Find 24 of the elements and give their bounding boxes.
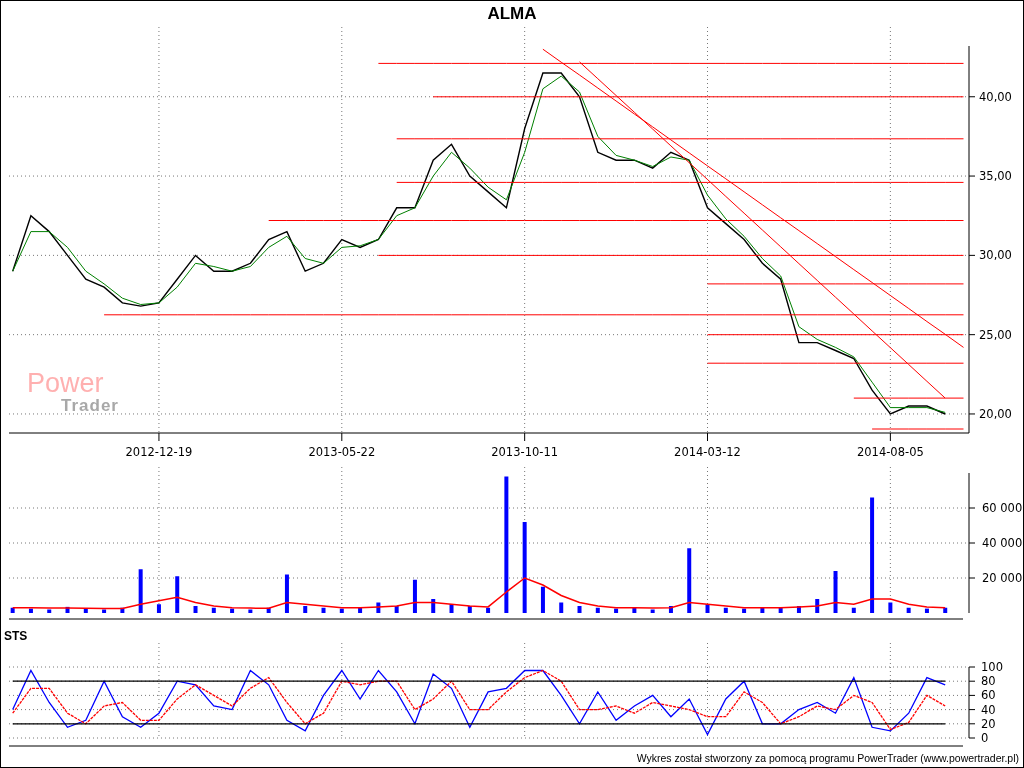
axis-label: 40,00 (979, 89, 1012, 104)
axis-label: 60 000 (982, 501, 1023, 515)
axis-label: 40 (981, 702, 996, 717)
axis-label: 20,00 (979, 406, 1012, 421)
axis-label: 2014-08-05 (856, 445, 924, 459)
logo-text: Trader (61, 397, 119, 415)
axis-label: 2014-03-12 (674, 445, 741, 459)
logo-text: Power (27, 369, 105, 397)
axis-label: 80 (981, 674, 996, 689)
axis-label: 25,00 (979, 327, 1012, 342)
axis-label: 60 (981, 688, 996, 703)
axis-label: 20 (981, 716, 996, 731)
chart-title: ALMA (487, 4, 537, 24)
axis-label: 2013-05-22 (308, 445, 376, 459)
axis-label: 2013-10-11 (491, 445, 559, 459)
footer-text: Wykres został stworzony za pomocą programu PowerTrader (www.powertrader.pl) (636, 752, 1019, 764)
axis-label: 35,00 (979, 169, 1012, 184)
axis-label: 40 000 (982, 536, 1023, 550)
axis-label: 100 (981, 660, 1003, 674)
axis-label: 2012-12-19 (125, 445, 193, 459)
axis-label: 30,00 (979, 248, 1012, 263)
indicator-label: STS (4, 629, 28, 643)
axis-label: 0 (981, 731, 989, 745)
axis-label: 20 000 (982, 571, 1023, 585)
